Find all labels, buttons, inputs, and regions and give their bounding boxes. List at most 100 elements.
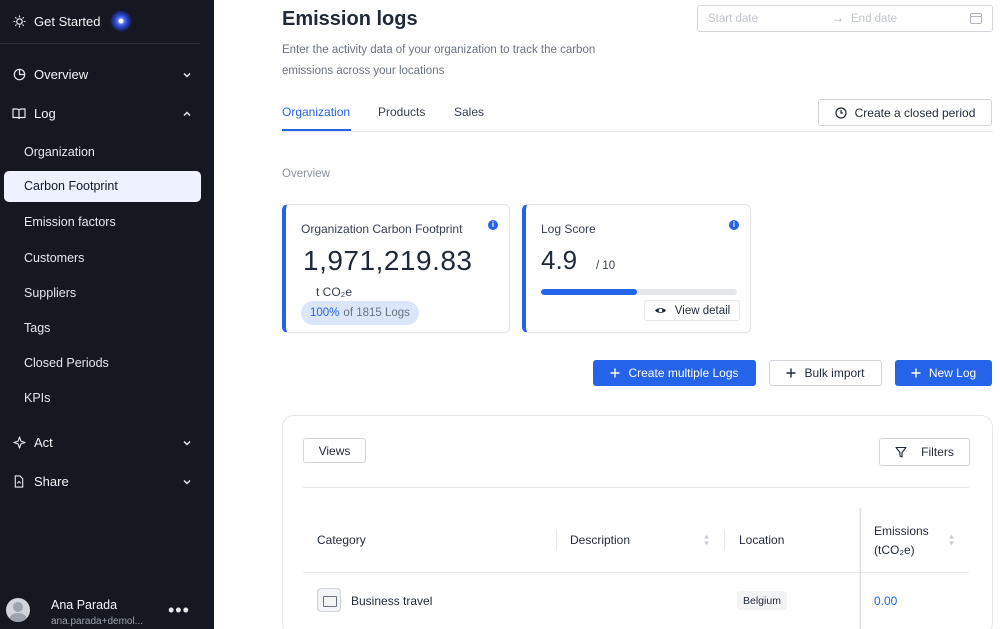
location-badge: Belgium (737, 591, 787, 610)
nav-log[interactable]: Log (12, 106, 56, 121)
sidebar-item-customers[interactable]: Customers (24, 251, 84, 265)
create-closed-period-button[interactable]: Create a closed period (818, 99, 992, 126)
column-header-description[interactable]: Description (570, 533, 630, 547)
log-score-max: / 10 (596, 260, 616, 272)
get-started-label: Get Started (34, 14, 101, 29)
views-label: Views (318, 443, 351, 458)
footprint-card: i Organization Carbon Footprint 1,971,21… (282, 204, 510, 333)
sticky-column-shadow (859, 508, 861, 629)
date-range-picker[interactable]: Start date → End date (697, 5, 993, 32)
column-divider (556, 530, 557, 550)
column-header-location[interactable]: Location (739, 533, 784, 547)
end-date-input[interactable]: End date (851, 13, 897, 25)
sparkle-icon (12, 436, 26, 450)
plus-icon (911, 368, 921, 378)
new-log-button[interactable]: New Log (895, 360, 992, 386)
chevron-up-icon[interactable] (182, 109, 192, 119)
sidebar-item-kpis[interactable]: KPIs (24, 391, 50, 405)
sidebar-item-suppliers[interactable]: Suppliers (24, 286, 76, 300)
overview-heading: Overview (282, 168, 330, 180)
bulk-import-label: Bulk import (804, 366, 865, 380)
filters-button[interactable]: Filters (879, 438, 970, 466)
tabs-divider (282, 131, 993, 132)
filter-icon (895, 446, 907, 458)
lightbulb-icon (12, 15, 26, 29)
active-tab-indicator (282, 129, 351, 131)
sidebar-item-carbon-footprint-label: Carbon Footprint (24, 179, 118, 193)
log-score-progress (541, 289, 737, 295)
user-email: ana.parada+demol... (51, 616, 144, 627)
table-row-category[interactable]: Business travel (351, 594, 432, 608)
create-multiple-logs-button[interactable]: Create multiple Logs (593, 360, 756, 386)
tab-products[interactable]: Products (378, 105, 425, 119)
nav-share[interactable]: Share (12, 474, 69, 489)
bulk-import-button[interactable]: Bulk import (769, 360, 882, 386)
sort-icon[interactable] (703, 534, 710, 546)
log-score-card: i Log Score 4.9 / 10 View detail (522, 204, 751, 333)
coverage-percent: 100% (310, 307, 340, 319)
sort-icon[interactable] (948, 534, 955, 546)
table-row-emissions[interactable]: 0.00 (874, 594, 897, 608)
info-icon[interactable]: i (729, 220, 739, 230)
coverage-logs: of 1815 Logs (343, 307, 410, 319)
log-score-progress-fill (541, 289, 638, 295)
column-header-emissions-unit: (tCO₂e) (874, 543, 915, 557)
user-profile[interactable]: Ana Parada ana.parada+demol... ••• (0, 590, 214, 629)
sidebar-item-tags[interactable]: Tags (24, 321, 50, 335)
column-header-emissions[interactable]: Emissions (874, 524, 929, 538)
sidebar-item-emission-factors[interactable]: Emission factors (24, 215, 116, 229)
calendar-icon[interactable] (970, 13, 982, 24)
create-closed-period-label: Create a closed period (854, 105, 976, 120)
tab-organization[interactable]: Organization (282, 105, 350, 119)
nav-act[interactable]: Act (12, 435, 53, 450)
clock-icon (835, 106, 847, 119)
get-started-link[interactable]: Get Started (12, 14, 100, 29)
chevron-down-icon[interactable] (182, 70, 192, 80)
view-detail-label: View detail (674, 304, 731, 317)
view-detail-button[interactable]: View detail (644, 300, 740, 321)
pie-chart-icon (12, 68, 26, 82)
views-button[interactable]: Views (303, 438, 366, 463)
eye-icon (654, 306, 667, 315)
column-header-category[interactable]: Category (317, 533, 366, 547)
create-multiple-logs-label: Create multiple Logs (628, 366, 739, 380)
nav-log-label: Log (34, 106, 56, 121)
filters-label: Filters (921, 445, 954, 459)
table-toolbar-divider (303, 487, 969, 488)
book-icon (12, 107, 26, 121)
info-icon[interactable]: i (488, 220, 498, 230)
footprint-value: 1,971,219.83 (303, 245, 473, 276)
plus-icon (610, 368, 620, 378)
get-started-bar[interactable]: Get Started (0, 0, 200, 44)
new-log-label: New Log (928, 366, 977, 380)
column-divider (724, 530, 725, 550)
nav-overview[interactable]: Overview (12, 67, 88, 82)
ellipsis-icon[interactable]: ••• (168, 600, 190, 621)
assistant-orb-icon[interactable] (110, 10, 132, 32)
tab-sales[interactable]: Sales (454, 105, 484, 119)
log-score-value: 4.9 (541, 245, 578, 275)
arrow-right-icon: → (832, 11, 844, 25)
page-subtitle: Enter the activity data of your organiza… (282, 44, 596, 77)
footprint-card-title: Organization Carbon Footprint (301, 222, 463, 236)
nav-share-label: Share (34, 474, 69, 489)
footprint-unit: t CO₂e (316, 285, 352, 299)
start-date-input[interactable]: Start date (708, 13, 758, 25)
folder-icon (317, 588, 341, 612)
sidebar-item-organization[interactable]: Organization (24, 145, 95, 159)
sidebar-item-closed-periods[interactable]: Closed Periods (24, 356, 109, 370)
chevron-down-icon[interactable] (182, 477, 192, 487)
log-score-title: Log Score (541, 222, 596, 236)
nav-act-label: Act (34, 435, 53, 450)
logs-coverage-badge: 100% of 1815 Logs (301, 301, 419, 325)
sidebar: Get Started Overview Log Organization Ca… (0, 0, 214, 629)
table-header-divider (303, 572, 969, 573)
user-name: Ana Parada (51, 598, 118, 612)
document-icon (12, 475, 26, 489)
plus-icon (786, 368, 796, 378)
sidebar-item-carbon-footprint[interactable]: Carbon Footprint (4, 171, 201, 202)
chevron-down-icon[interactable] (182, 438, 192, 448)
avatar (6, 598, 30, 622)
nav-overview-label: Overview (34, 67, 89, 82)
page-title: Emission logs (282, 8, 418, 30)
